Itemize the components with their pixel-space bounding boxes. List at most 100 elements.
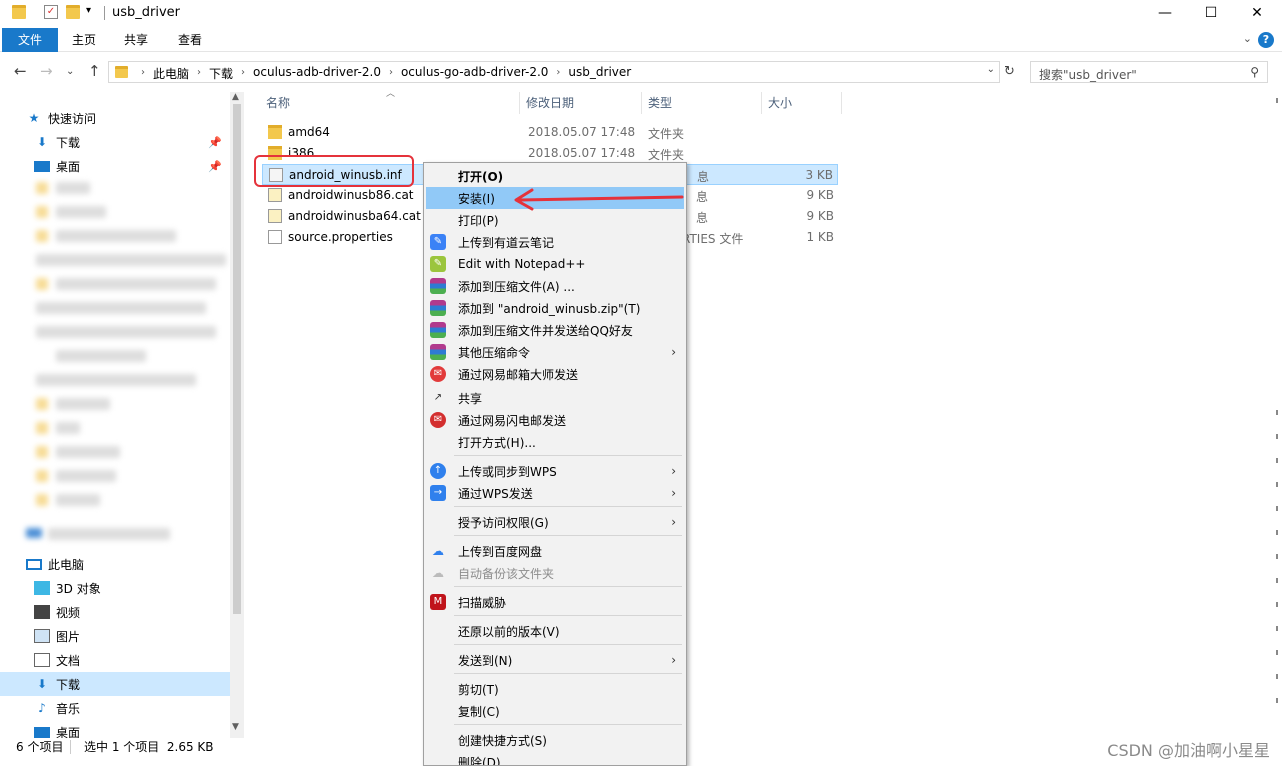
menu-item-scan-threats[interactable]: M 扫描威胁 <box>426 591 684 613</box>
tab-view[interactable]: 查看 <box>168 28 212 52</box>
forward-icon[interactable]: → <box>40 62 53 80</box>
search-icon[interactable]: ⚲ <box>1250 65 1259 79</box>
menu-item-copy[interactable]: 复制(C) <box>426 700 684 722</box>
column-header-size[interactable]: 大小 <box>764 92 842 114</box>
recent-locations-icon[interactable]: ⌄ <box>66 66 74 77</box>
up-icon[interactable]: ↑ <box>88 62 101 80</box>
chevron-right-icon[interactable]: › <box>385 65 397 82</box>
scroll-marker <box>1276 458 1278 463</box>
chevron-right-icon[interactable]: › <box>193 65 205 82</box>
tab-share[interactable]: 共享 <box>114 28 158 52</box>
address-bar[interactable]: › 此电脑 › 下载 › oculus-adb-driver-2.0 › ocu… <box>108 61 1000 83</box>
search-input[interactable]: 搜索"usb_driver" ⚲ <box>1030 61 1268 83</box>
pin-icon[interactable]: 📌 <box>208 136 222 149</box>
sidebar-item-label: 文档 <box>56 653 81 668</box>
properties-icon[interactable]: ✓ <box>44 5 58 19</box>
menu-item-add-archive[interactable]: 添加到压缩文件(A) ... <box>426 275 684 297</box>
baidu-icon: ☁ <box>432 566 444 580</box>
maximize-button[interactable]: ☐ <box>1188 0 1234 26</box>
sidebar-scrollbar[interactable]: ▲ ▼ <box>230 92 244 738</box>
folder-icon <box>115 66 128 78</box>
tab-file[interactable]: 文件 <box>2 28 58 52</box>
close-button[interactable]: ✕ <box>1234 0 1280 26</box>
menu-item-open-with[interactable]: 打开方式(H)... <box>426 431 684 453</box>
blurred-folder-icon <box>36 398 48 410</box>
ribbon-expand-icon[interactable]: ⌄ <box>1243 32 1252 45</box>
blurred-folder-icon <box>36 446 48 458</box>
sidebar-item-videos[interactable]: 视频 <box>0 600 230 624</box>
menu-item-cut[interactable]: 剪切(T) <box>426 678 684 700</box>
menu-separator <box>454 615 682 616</box>
sidebar-item-music[interactable]: ♪ 音乐 <box>0 696 230 720</box>
menu-item-wps-sync[interactable]: ↑ 上传或同步到WPS › <box>426 460 684 482</box>
menu-item-youdao[interactable]: ✎ 上传到有道云笔记 <box>426 231 684 253</box>
sidebar-item-downloads[interactable]: ⬇ 下载 📌 <box>0 130 230 154</box>
chevron-right-icon[interactable]: › <box>237 65 249 82</box>
file-size: 1 KB <box>806 230 834 244</box>
file-row[interactable]: amd64 2018.05.07 17:48 文件夹 <box>262 122 838 143</box>
menu-item-notepad[interactable]: ✎ Edit with Notepad++ <box>426 253 684 275</box>
baidu-icon: ☁ <box>432 544 444 558</box>
breadcrumb-downloads[interactable]: 下载 <box>205 65 237 82</box>
sidebar-item-downloads-pc[interactable]: ⬇ 下载 <box>0 672 230 696</box>
sidebar-item-quick-access[interactable]: ★ 快速访问 <box>0 106 230 130</box>
minimize-button[interactable]: — <box>1142 0 1188 26</box>
breadcrumb-oculus-go-adb-driver[interactable]: oculus-go-adb-driver-2.0 <box>397 65 552 82</box>
file-list-scrollbar[interactable] <box>1272 92 1282 738</box>
scroll-marker <box>1276 578 1278 583</box>
breadcrumb-usb-driver[interactable]: usb_driver <box>564 65 635 82</box>
scroll-up-icon[interactable]: ▲ <box>232 92 239 102</box>
menu-item-share[interactable]: ↗ 共享 <box>426 387 684 409</box>
chevron-right-icon[interactable]: › <box>137 65 149 82</box>
chevron-down-icon[interactable]: ⌄ <box>987 64 995 75</box>
music-icon: ♪ <box>38 701 46 715</box>
menu-item-add-zip[interactable]: 添加到 "android_winusb.zip"(T) <box>426 297 684 319</box>
pin-icon[interactable]: 📌 <box>208 160 222 173</box>
netease-mail-icon: ✉ <box>430 366 446 382</box>
menu-item-restore-versions[interactable]: 还原以前的版本(V) <box>426 620 684 642</box>
column-header-type[interactable]: 类型 <box>644 92 762 114</box>
file-name: source.properties <box>288 230 393 244</box>
menu-item-baidu-backup[interactable]: ☁ 自动备份该文件夹 <box>426 562 684 584</box>
film-icon <box>34 605 50 619</box>
file-name: amd64 <box>288 125 330 139</box>
menu-item-archive-qq[interactable]: 添加到压缩文件并发送给QQ好友 <box>426 319 684 341</box>
tab-home[interactable]: 主页 <box>62 28 106 52</box>
blurred-label <box>56 422 80 434</box>
refresh-icon[interactable]: ↻ <box>1004 64 1020 80</box>
menu-item-wps-send[interactable]: → 通过WPS发送 › <box>426 482 684 504</box>
menu-item-grant-access[interactable]: 授予访问权限(G) › <box>426 511 684 533</box>
chevron-right-icon[interactable]: › <box>552 65 564 82</box>
sidebar-item-pictures[interactable]: 图片 <box>0 624 230 648</box>
menu-item-baidu-upload[interactable]: ☁ 上传到百度网盘 <box>426 540 684 562</box>
sidebar-item-this-pc[interactable]: 此电脑 <box>0 552 230 576</box>
menu-item-print[interactable]: 打印(P) <box>426 209 684 231</box>
item-count: 6 个项目 <box>16 740 64 754</box>
youdao-icon: ✎ <box>430 234 446 250</box>
scroll-down-icon[interactable]: ▼ <box>232 722 239 732</box>
help-icon[interactable]: ? <box>1258 32 1274 48</box>
sidebar-item-desktop-pc[interactable]: 桌面 <box>0 720 230 738</box>
breadcrumb-oculus-adb-driver[interactable]: oculus-adb-driver-2.0 <box>249 65 385 82</box>
scrollbar-thumb[interactable] <box>233 104 241 614</box>
menu-item-other-compress[interactable]: 其他压缩命令 › <box>426 341 684 363</box>
divider <box>70 740 71 754</box>
picture-icon <box>34 629 50 643</box>
menu-item-open[interactable]: 打开(O) <box>426 165 684 187</box>
menu-item-netease-mail[interactable]: ✉ 通过网易邮箱大师发送 <box>426 363 684 385</box>
search-placeholder: 搜索"usb_driver" <box>1039 68 1137 82</box>
breadcrumb-this-pc[interactable]: 此电脑 <box>149 65 193 82</box>
column-header-date[interactable]: 修改日期 <box>522 92 642 114</box>
menu-item-netease-flash[interactable]: ✉ 通过网易闪电邮发送 <box>426 409 684 431</box>
quick-access-dropdown-icon[interactable]: ▾ <box>86 5 100 19</box>
column-header-name[interactable]: 名称 <box>262 92 520 114</box>
file-name: androidwinusba64.cat <box>288 209 421 223</box>
menu-item-send-to[interactable]: 发送到(N) › <box>426 649 684 671</box>
blurred-label <box>48 528 170 540</box>
back-icon[interactable]: ← <box>14 62 27 80</box>
new-folder-icon[interactable] <box>66 5 80 19</box>
sidebar-item-3d-objects[interactable]: 3D 对象 <box>0 576 230 600</box>
onedrive-icon <box>26 528 42 538</box>
sidebar-item-documents[interactable]: 文档 <box>0 648 230 672</box>
sidebar-item-desktop[interactable]: 桌面 📌 <box>0 154 230 178</box>
